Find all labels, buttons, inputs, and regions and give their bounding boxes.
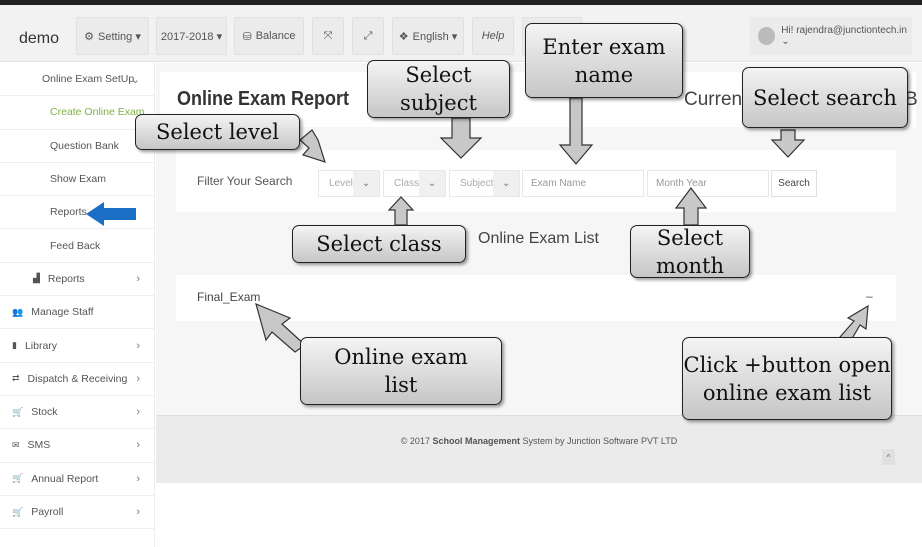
arrow-down-icon [439, 117, 483, 159]
arrow-down-icon [770, 129, 806, 158]
callout-enter-exam-name: Enter exam name [525, 23, 683, 98]
callout-online-exam-list: Online exam list [300, 337, 502, 405]
callout-click-plus: Click +button open online exam list [682, 337, 892, 420]
callout-select-subject: Select subject [367, 60, 510, 118]
callout-select-month: Select month [630, 225, 750, 278]
arrow-icon [299, 129, 326, 163]
pointer-arrow-icon [86, 202, 136, 226]
arrow-up-icon [674, 187, 708, 226]
arrow-down-icon [558, 97, 594, 165]
callout-select-level: Select level [135, 114, 300, 150]
arrow-up-icon [387, 196, 415, 226]
callout-select-search: Select search [742, 67, 908, 128]
arrow-icon [255, 302, 306, 353]
callout-select-class: Select class [292, 225, 466, 263]
